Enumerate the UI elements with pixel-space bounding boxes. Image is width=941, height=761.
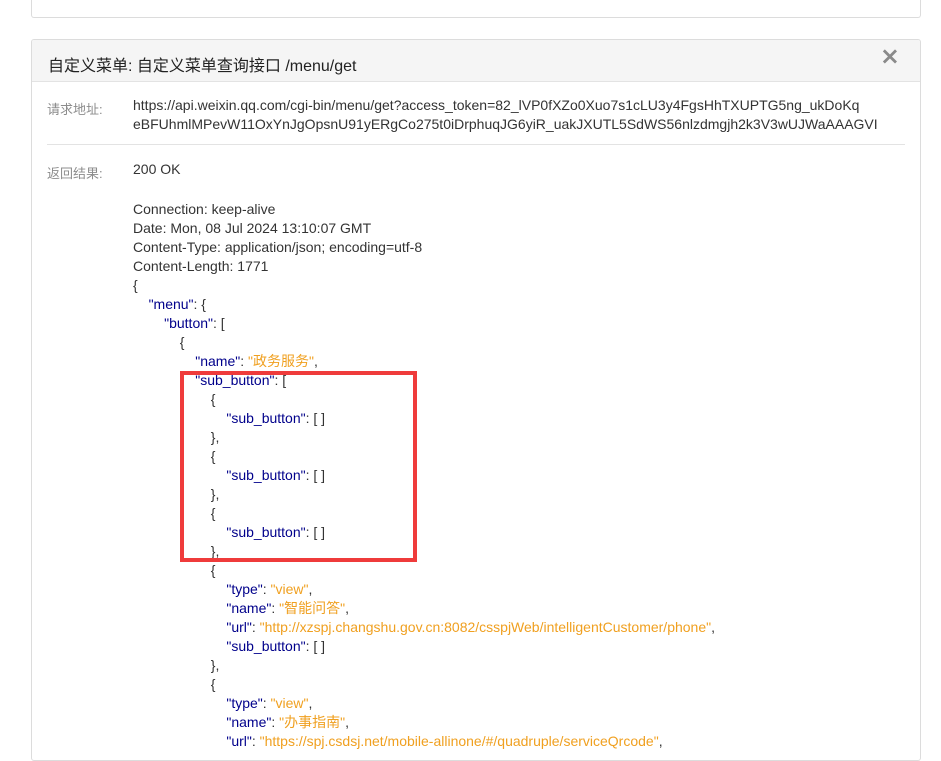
json-line: "url": "http://xzspj.changshu.gov.cn:808…: [133, 618, 715, 637]
previous-panel-bottom: [31, 0, 921, 18]
json-line: "name": "政务服务",: [133, 352, 715, 371]
json-punct: : [: [213, 315, 225, 331]
json-string: "政务服务": [247, 353, 314, 369]
json-key: "name": [226, 714, 272, 730]
json-punct: ,: [658, 733, 663, 749]
json-punct: :: [262, 581, 271, 597]
json-line: {: [133, 561, 715, 580]
json-key: "menu": [148, 296, 194, 312]
json-line: "menu": {: [133, 295, 715, 314]
response-header-line: Connection: keep-alive: [133, 201, 276, 217]
json-string: "智能问答": [279, 600, 346, 616]
json-line: {: [133, 675, 715, 694]
json-key: "name": [226, 600, 272, 616]
json-line: "name": "智能问答",: [133, 599, 715, 618]
json-key: "button": [164, 315, 213, 331]
json-punct: :: [251, 733, 260, 749]
response-header-line: Date: Mon, 08 Jul 2024 13:10:07 GMT: [133, 220, 372, 236]
json-string: "view": [270, 581, 309, 597]
json-punct: ,: [308, 581, 313, 597]
json-line: "type": "view",: [133, 694, 715, 713]
json-punct: :: [251, 619, 260, 635]
response-header-line: Content-Length: 1771: [133, 258, 269, 274]
json-punct: {: [133, 277, 138, 293]
json-punct: {: [210, 676, 216, 692]
response-header-line: Content-Type: application/json; encoding…: [133, 239, 423, 255]
json-line: "button": [: [133, 314, 715, 333]
json-key: "sub_button": [226, 638, 306, 654]
json-string: "办事指南": [279, 714, 346, 730]
json-string: "view": [270, 695, 309, 711]
json-punct: ,: [313, 353, 318, 369]
panel-header: 自定义菜单: 自定义菜单查询接口 /menu/get ×: [32, 40, 920, 82]
json-line: "sub_button": [ ]: [133, 637, 715, 656]
request-url-label: 请求地址:: [47, 102, 103, 117]
json-line: {: [133, 276, 715, 295]
json-punct: :: [262, 695, 271, 711]
response-status: 200 OK: [133, 161, 181, 177]
json-punct: {: [179, 334, 185, 350]
api-debug-panel: 自定义菜单: 自定义菜单查询接口 /menu/get × 请求地址: https…: [31, 39, 921, 761]
json-punct: ,: [345, 714, 349, 730]
json-punct: },: [210, 657, 220, 673]
json-punct: :: [271, 600, 280, 616]
request-url-line: https://api.weixin.qq.com/cgi-bin/menu/g…: [133, 97, 860, 113]
json-line: "name": "办事指南",: [133, 713, 715, 732]
response-label: 返回结果:: [47, 166, 103, 181]
json-key: "url": [226, 619, 252, 635]
json-key: "name": [195, 353, 241, 369]
request-url-line: eBFUhmlMPevW11OxYnJgOpsnU91yERgCo275t0iD…: [133, 116, 878, 132]
json-key: "type": [226, 581, 263, 597]
json-punct: ,: [308, 695, 313, 711]
json-key: "type": [226, 695, 263, 711]
json-punct: {: [210, 562, 216, 578]
json-punct: : {: [193, 296, 206, 312]
json-punct: :: [240, 353, 248, 369]
json-line: "url": "https://spj.csdsj.net/mobile-all…: [133, 732, 715, 751]
close-icon[interactable]: ×: [880, 44, 900, 68]
json-string: "https://spj.csdsj.net/mobile-allinone/#…: [259, 733, 659, 749]
json-line: },: [133, 656, 715, 675]
json-string: "http://xzspj.changshu.gov.cn:8082/csspj…: [259, 619, 712, 635]
json-line: {: [133, 333, 715, 352]
json-line: "type": "view",: [133, 580, 715, 599]
panel-title: 自定义菜单: 自定义菜单查询接口 /menu/get: [48, 58, 357, 75]
json-punct: ,: [711, 619, 715, 635]
json-punct: ,: [345, 600, 349, 616]
json-punct: :: [271, 714, 280, 730]
json-punct: : [ ]: [305, 638, 326, 654]
request-url: https://api.weixin.qq.com/cgi-bin/menu/g…: [133, 96, 908, 134]
json-key: "url": [226, 733, 252, 749]
highlight-annotation-box: [180, 371, 417, 562]
divider: [47, 144, 905, 145]
